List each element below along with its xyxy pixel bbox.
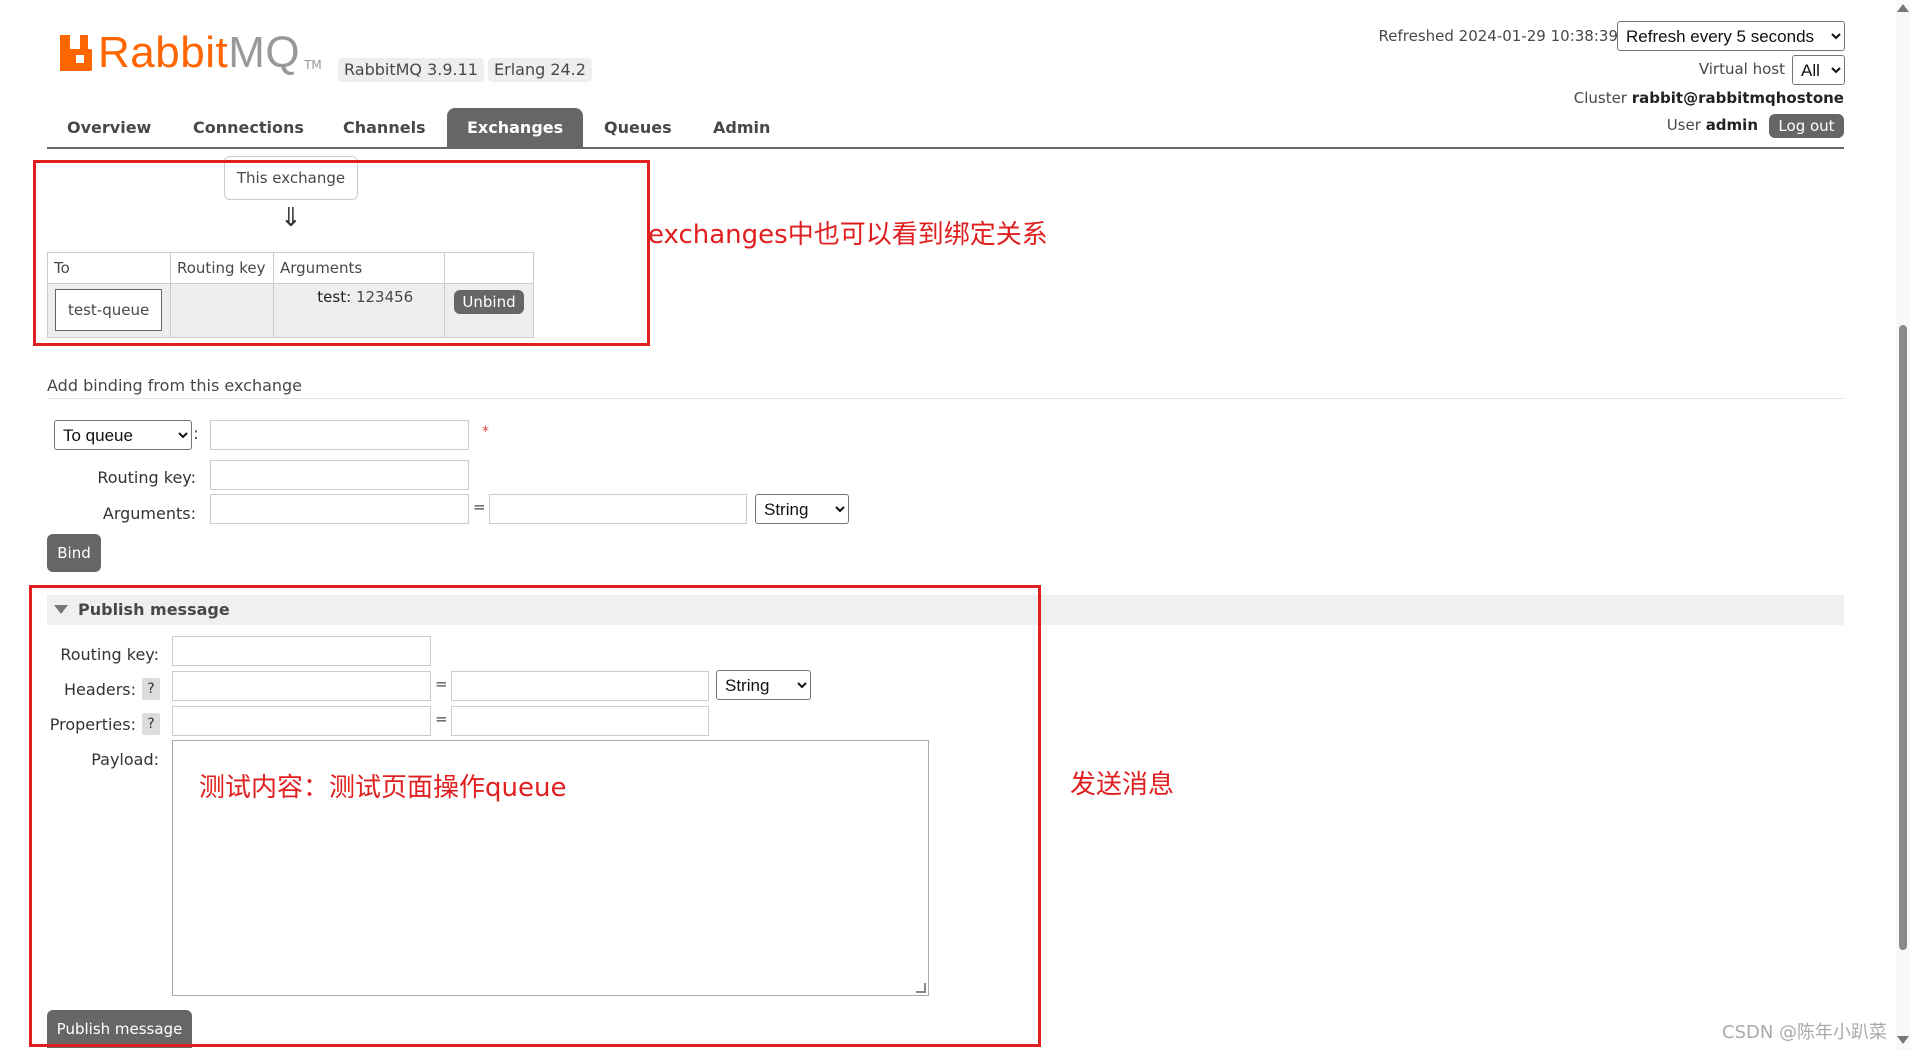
nav-divider	[47, 147, 1844, 149]
scroll-up-arrow-icon[interactable]	[1897, 4, 1909, 12]
argument-type-select[interactable]: String	[755, 494, 849, 524]
logout-button[interactable]: Log out	[1769, 114, 1844, 138]
tab-queues[interactable]: Queues	[584, 108, 692, 148]
bindings-highlight-box	[33, 160, 650, 346]
cluster-label: Cluster	[1573, 89, 1627, 107]
bindings-annotation: exchanges中也可以看到绑定关系	[648, 220, 1048, 250]
rabbitmq-version-badge: RabbitMQ 3.9.11	[338, 58, 484, 82]
rabbitmq-logo[interactable]: RabbitMQ TM	[60, 28, 322, 77]
virtual-host-label: Virtual host	[1698, 60, 1785, 78]
tab-channels[interactable]: Channels	[323, 108, 446, 148]
cluster-name: rabbit@rabbitmqhostone	[1631, 89, 1844, 107]
tab-overview[interactable]: Overview	[47, 108, 171, 148]
add-binding-divider	[47, 398, 1844, 399]
scroll-down-arrow-icon[interactable]	[1897, 1036, 1909, 1044]
routing-key-label: Routing key:	[97, 468, 196, 487]
tab-exchanges[interactable]: Exchanges	[447, 108, 583, 148]
cluster-info: Cluster rabbit@rabbitmqhostone	[1574, 89, 1844, 107]
argument-key-input[interactable]	[210, 494, 469, 524]
publish-highlight-box	[29, 585, 1041, 1047]
logo-text: RabbitMQ	[98, 28, 301, 77]
equals-sign: =	[473, 498, 486, 516]
logo-trademark: TM	[304, 58, 322, 72]
refresh-interval-select[interactable]: Refresh every 5 seconds	[1617, 21, 1845, 51]
publish-annotation: 发送消息	[1070, 770, 1175, 800]
tab-admin[interactable]: Admin	[693, 108, 790, 148]
user-name: admin	[1705, 116, 1758, 134]
required-marker: *	[482, 424, 489, 440]
user-label: User	[1666, 116, 1701, 134]
arguments-label: Arguments:	[102, 504, 196, 523]
virtual-host-select[interactable]: All	[1792, 55, 1845, 85]
refreshed-timestamp: Refreshed 2024-01-29 10:38:39	[1378, 27, 1618, 45]
tab-connections[interactable]: Connections	[173, 108, 324, 148]
destination-type-select[interactable]: To queue	[54, 420, 192, 450]
argument-value-input[interactable]	[489, 494, 747, 524]
rabbitmq-logo-icon	[60, 35, 92, 71]
destination-input[interactable]	[210, 420, 469, 450]
user-info: User admin	[1667, 116, 1758, 134]
routing-key-input[interactable]	[210, 460, 469, 490]
bind-button[interactable]: Bind	[47, 534, 101, 572]
csdn-watermark: CSDN @陈年小趴菜	[1722, 1022, 1888, 1043]
erlang-version-badge: Erlang 24.2	[488, 58, 592, 82]
colon-separator: :	[193, 424, 199, 444]
add-binding-title: Add binding from this exchange	[47, 376, 303, 395]
scrollbar-thumb[interactable]	[1899, 325, 1907, 950]
